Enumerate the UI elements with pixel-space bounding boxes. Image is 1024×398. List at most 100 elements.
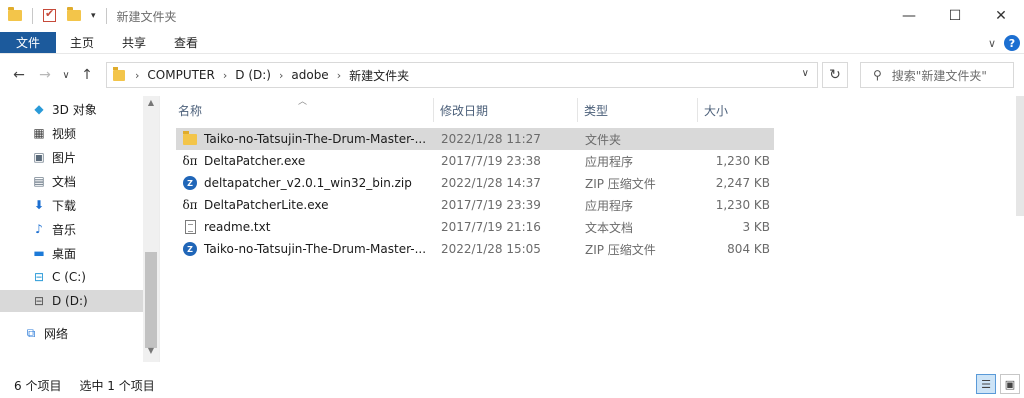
file-date: 2022/1/28 15:05 xyxy=(441,242,541,256)
file-date: 2022/1/28 11:27 xyxy=(441,132,541,146)
breadcrumb-separator-icon[interactable]: › xyxy=(135,69,139,82)
large-icons-view-icon[interactable]: ▣ xyxy=(1000,374,1020,394)
exe-icon: δπ xyxy=(182,198,198,212)
breadcrumb-drive-d[interactable]: D (D:) xyxy=(235,68,271,82)
search-input[interactable]: ⚲ 搜索"新建文件夹" xyxy=(860,62,1014,88)
scroll-up-icon[interactable]: ▲ xyxy=(143,98,159,112)
breadcrumb-separator-icon[interactable]: › xyxy=(223,69,227,82)
sidebar-item-label: D (D:) xyxy=(52,294,88,308)
file-date: 2017/7/19 23:38 xyxy=(441,154,541,168)
recent-locations-dropdown[interactable]: ∨ xyxy=(58,62,74,88)
folder-icon xyxy=(182,130,198,147)
tab-share[interactable]: 共享 xyxy=(108,32,160,53)
file-size: 2,247 KB xyxy=(715,176,770,190)
sidebar-item-videos[interactable]: ▦ 视频 xyxy=(0,122,143,144)
breadcrumb-separator-icon[interactable]: › xyxy=(337,69,341,82)
navigation-pane: ◆ 3D 对象 ▦ 视频 ▣ 图片 ▤ 文档 ⬇ 下载 ♪ 音乐 ▬ 桌面 ⊟ … xyxy=(0,96,160,362)
sidebar-item-music[interactable]: ♪ 音乐 xyxy=(0,218,143,240)
forward-button[interactable]: → xyxy=(32,62,58,88)
file-name-cell: Z Taiko-no-Tatsujin-The-Drum-Master-... xyxy=(182,238,436,260)
help-icon[interactable]: ? xyxy=(1004,35,1020,51)
file-type: 应用程序 xyxy=(585,198,634,213)
file-row[interactable]: Z Taiko-no-Tatsujin-The-Drum-Master-... … xyxy=(176,238,774,260)
breadcrumb-computer[interactable]: COMPUTER xyxy=(147,68,214,82)
sidebar-item-pictures[interactable]: ▣ 图片 xyxy=(0,146,143,168)
file-type: ZIP 压缩文件 xyxy=(585,242,656,257)
quick-access-toolbar: ▾ 新建文件夹 xyxy=(0,0,177,32)
download-icon: ⬇ xyxy=(33,198,45,212)
document-icon: ▤ xyxy=(33,174,45,188)
file-size: 1,230 KB xyxy=(715,198,770,212)
window-controls: — ☐ ✕ xyxy=(886,0,1024,32)
sidebar-item-label: 文档 xyxy=(52,174,77,189)
close-button[interactable]: ✕ xyxy=(978,0,1024,32)
folder-icon xyxy=(113,66,125,81)
minimize-button[interactable]: — xyxy=(886,0,932,32)
column-header-date[interactable]: 修改日期 xyxy=(434,98,578,122)
file-name: Taiko-no-Tatsujin-The-Drum-Master-... xyxy=(204,132,427,146)
column-header-name[interactable]: 名称 xyxy=(172,98,434,122)
navigation-bar: ← → ∨ ↑ › COMPUTER › D (D:) › adobe › 新建… xyxy=(0,56,1024,94)
item-count: 6 个项目 xyxy=(14,378,62,393)
address-bar[interactable]: › COMPUTER › D (D:) › adobe › 新建文件夹 ∨ xyxy=(106,62,818,88)
divider xyxy=(32,8,33,24)
file-row[interactable]: δπ DeltaPatcherLite.exe 2017/7/19 23:39 … xyxy=(176,194,774,216)
sidebar-item-label: C (C:) xyxy=(52,270,86,284)
search-placeholder: 搜索"新建文件夹" xyxy=(891,68,987,83)
sidebar-item-downloads[interactable]: ⬇ 下载 xyxy=(0,194,143,216)
text-file-icon xyxy=(182,219,198,235)
file-date: 2017/7/19 23:39 xyxy=(441,198,541,212)
back-button[interactable]: ← xyxy=(6,62,32,88)
file-name: DeltaPatcherLite.exe xyxy=(204,198,329,212)
tab-file[interactable]: 文件 xyxy=(0,32,56,53)
address-dropdown-icon[interactable]: ∨ xyxy=(802,68,809,79)
ribbon-tabs: 文件 主页 共享 查看 ∨ ? xyxy=(0,32,1024,54)
scroll-thumb[interactable] xyxy=(145,252,157,348)
properties-check-icon[interactable] xyxy=(43,7,57,23)
zip-icon: Z xyxy=(182,175,198,191)
file-row[interactable]: readme.txt 2017/7/19 21:16 文本文档 3 KB xyxy=(176,216,774,238)
content-scrollbar[interactable] xyxy=(1016,96,1024,216)
view-toggle: ☰ ▣ xyxy=(976,374,1020,394)
sidebar-item-documents[interactable]: ▤ 文档 xyxy=(0,170,143,192)
column-header-type[interactable]: 类型 xyxy=(578,98,698,122)
new-folder-icon[interactable] xyxy=(67,7,81,23)
customize-toolbar-dropdown-icon[interactable]: ▾ xyxy=(91,11,96,21)
file-name-cell: Z deltapatcher_v2.0.1_win32_bin.zip xyxy=(182,172,436,194)
sidebar-item-desktop[interactable]: ▬ 桌面 xyxy=(0,242,143,264)
breadcrumb-new-folder[interactable]: 新建文件夹 xyxy=(349,67,409,84)
file-name-cell: δπ DeltaPatcher.exe xyxy=(182,150,436,172)
file-row[interactable]: Z deltapatcher_v2.0.1_win32_bin.zip 2022… xyxy=(176,172,774,194)
details-view-icon[interactable]: ☰ xyxy=(976,374,996,394)
sidebar-item-drive-d[interactable]: ⊟ D (D:) xyxy=(0,290,143,312)
sidebar-item-label: 下载 xyxy=(52,198,77,213)
scroll-down-icon[interactable]: ▼ xyxy=(143,346,159,360)
sidebar-scrollbar[interactable]: ▲ ▼ xyxy=(143,96,159,362)
file-name: readme.txt xyxy=(204,220,271,234)
desktop-icon: ▬ xyxy=(33,246,45,260)
file-type: ZIP 压缩文件 xyxy=(585,176,656,191)
file-type: 文件夹 xyxy=(585,132,622,147)
maximize-button[interactable]: ☐ xyxy=(932,0,978,32)
sidebar-item-3d-objects[interactable]: ◆ 3D 对象 xyxy=(0,98,143,120)
breadcrumb-adobe[interactable]: adobe xyxy=(291,68,328,82)
expand-ribbon-chevron-icon[interactable]: ∨ xyxy=(988,37,996,50)
tab-home[interactable]: 主页 xyxy=(56,32,108,53)
sidebar-item-drive-c[interactable]: ⊟ C (C:) xyxy=(0,266,143,288)
up-button[interactable]: ↑ xyxy=(74,62,100,88)
file-name: deltapatcher_v2.0.1_win32_bin.zip xyxy=(204,176,412,190)
column-header-size[interactable]: 大小 xyxy=(698,98,776,122)
drive-c-icon: ⊟ xyxy=(33,270,45,284)
folder-icon xyxy=(8,7,22,23)
video-icon: ▦ xyxy=(33,126,45,140)
network-icon: ⧉ xyxy=(26,325,36,340)
sidebar-item-network[interactable]: ⧉ 网络 xyxy=(0,322,143,344)
file-row[interactable]: Taiko-no-Tatsujin-The-Drum-Master-... 20… xyxy=(176,128,774,150)
breadcrumb-separator-icon[interactable]: › xyxy=(279,69,283,82)
zip-icon: Z xyxy=(182,241,198,257)
cube-icon: ◆ xyxy=(34,102,44,116)
refresh-button[interactable]: ↻ xyxy=(822,62,848,88)
file-row[interactable]: δπ DeltaPatcher.exe 2017/7/19 23:38 应用程序… xyxy=(176,150,774,172)
column-headers: ︿ 名称 修改日期 类型 大小 xyxy=(172,97,776,122)
tab-view[interactable]: 查看 xyxy=(160,32,212,53)
